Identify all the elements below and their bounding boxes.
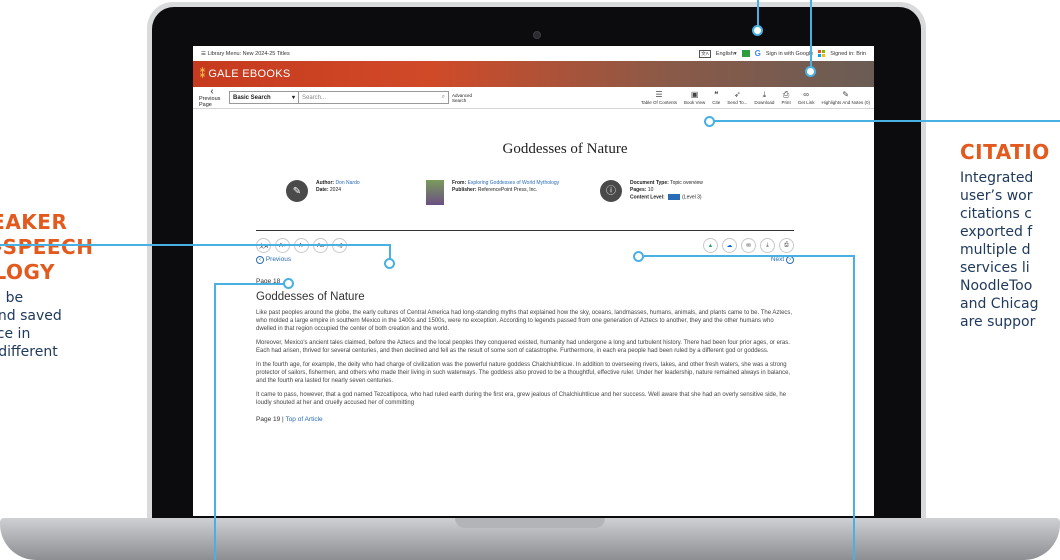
translate-icon[interactable]: 文A	[699, 49, 711, 58]
content-level-icon	[668, 194, 681, 200]
book-icon: ▣	[690, 90, 699, 99]
previous-link[interactable]: ‹ Previous	[256, 256, 291, 264]
list-icon: ☰	[655, 90, 663, 99]
chevron-left-icon: ‹	[210, 86, 214, 97]
connector-dot	[633, 251, 644, 262]
language-select[interactable]: English▾	[716, 51, 737, 57]
connector-line	[214, 283, 285, 285]
brand-title[interactable]: GALE EBOOKS	[208, 68, 290, 80]
connector-line	[0, 244, 390, 246]
table-of-contents-button[interactable]: ☰ Table Of Contents	[641, 89, 677, 105]
top-of-article-link[interactable]: Top of Article	[285, 416, 322, 423]
onedrive-icon[interactable]: ☁	[722, 238, 737, 253]
google-drive-icon[interactable]: ▲	[703, 238, 718, 253]
divider	[256, 230, 794, 231]
advanced-search-link[interactable]: Advanced Search	[452, 93, 476, 103]
page-number: Page 18	[256, 278, 281, 285]
page-footer: Page 19 | Top of Article	[256, 416, 323, 423]
camera-icon	[533, 31, 541, 39]
download-icon[interactable]: ⤓	[760, 238, 775, 253]
connector-dot	[805, 66, 816, 77]
search-icon[interactable]: ⌕	[442, 94, 445, 101]
pen-icon: ✎	[286, 180, 308, 202]
chevron-right-icon: ›	[786, 256, 794, 264]
connector-line	[644, 255, 854, 257]
cite-button[interactable]: ❝ Cite	[712, 89, 720, 105]
app-screen: ☰ Library Menu: New 2024-25 Titles 文A En…	[193, 46, 874, 516]
article-body: Page 18 Goddesses of Nature Like past pe…	[256, 278, 794, 423]
document-tools: ☰ Table Of Contents ▣ Book View ❝ Cite ➶ Sen…	[641, 89, 870, 105]
document-content: Goddesses of Nature ✎ Author: Don Nardo …	[193, 141, 874, 423]
connector-line	[810, 0, 812, 69]
article-nav: ‹ Previous Next ›	[256, 256, 794, 264]
connector-line	[853, 255, 855, 560]
author-link[interactable]: Don Nardo	[335, 180, 359, 186]
citation-callout-title: CITATIO	[960, 140, 1050, 164]
connector-line	[757, 0, 759, 28]
paragraph: Like past peoples around the globe, the …	[256, 310, 793, 332]
citation-callout-body: Integrated user’s wor citations c export…	[960, 170, 1039, 330]
print-button[interactable]: ⎙ Print	[781, 89, 790, 105]
pencil-icon: ✎	[842, 90, 850, 99]
paragraph: In the fourth age, for example, the deit…	[256, 362, 791, 384]
source-link[interactable]: Exploring Goddesses of World Mythology	[468, 180, 560, 186]
paragraph: Moreover, Mexico's ancient tales claimed…	[256, 340, 790, 354]
document-meta: ✎ Author: Don Nardo Date: 2024 From: Exp…	[256, 180, 874, 205]
connector-dot	[704, 116, 715, 127]
document-title: Goddesses of Nature	[502, 141, 628, 157]
library-menu[interactable]: ☰ Library Menu: New 2024-25 Titles	[201, 51, 290, 57]
classroom-icon[interactable]	[741, 50, 750, 57]
source-block: From: Exploring Goddesses of World Mytho…	[426, 180, 600, 205]
article-heading: Goddesses of Nature	[256, 291, 365, 303]
connector-line	[714, 120, 1060, 122]
print-icon: ⎙	[782, 90, 790, 99]
microsoft-icon	[818, 50, 826, 57]
download-button[interactable]: ⤓ Download	[754, 89, 774, 105]
send-icon: ➶	[733, 90, 741, 99]
toolbar: ‹ Previous Page Basic Search ▾ Search...…	[193, 87, 874, 109]
google-sign-in[interactable]: Sign in with Google	[766, 51, 813, 57]
doctype-block: ⓘ Document Type: Topic overview Pages: 1…	[600, 180, 703, 205]
send-to-button[interactable]: ➶ Send To...	[727, 89, 747, 105]
connector-dot	[283, 278, 294, 289]
highlights-notes-button[interactable]: ✎ Highlights And Notes (0)	[821, 89, 870, 105]
laptop-notch	[455, 518, 605, 528]
chevron-down-icon: ▾	[291, 95, 295, 101]
chevron-left-icon: ‹	[256, 256, 264, 264]
previous-page-button[interactable]: ‹ Previous Page	[199, 86, 225, 109]
email-icon[interactable]: ✉	[741, 238, 756, 253]
connector-dot	[752, 25, 763, 36]
google-icon: G	[754, 49, 761, 58]
quote-icon: ❝	[714, 90, 719, 99]
book-cover[interactable]	[426, 180, 444, 205]
connector-dot	[384, 258, 395, 269]
search-input[interactable]: Search... ⌕	[299, 91, 449, 104]
citation-callout: CITATIO Integrated user’s wor citations …	[960, 140, 1060, 331]
top-bar-actions: 文A English▾ G Sign in with Google Signed…	[699, 49, 866, 58]
book-view-button[interactable]: ▣ Book View	[684, 89, 705, 105]
link-icon: ∞	[803, 90, 809, 99]
paragraph: It came to pass, however, that a god nam…	[256, 392, 787, 406]
brand-header: ⁑ GALE EBOOKS	[193, 61, 874, 87]
get-link-button[interactable]: ∞ Get Link	[798, 89, 815, 105]
share-tools: ▲ ☁ ✉ ⤓ ⎙	[703, 238, 794, 253]
search-type-select[interactable]: Basic Search ▾	[229, 91, 299, 104]
download-icon: ⤓	[762, 90, 767, 99]
top-bar: ☰ Library Menu: New 2024-25 Titles 文A En…	[193, 46, 874, 61]
connector-line	[214, 283, 216, 560]
author-block: ✎ Author: Don Nardo Date: 2024	[286, 180, 426, 205]
info-icon: ⓘ	[600, 180, 622, 202]
print-icon[interactable]: ⎙	[779, 238, 794, 253]
gale-logo-icon: ⁑	[200, 68, 206, 80]
signed-in-status[interactable]: Signed in: Brin	[830, 51, 866, 57]
next-link[interactable]: Next ›	[771, 256, 794, 264]
